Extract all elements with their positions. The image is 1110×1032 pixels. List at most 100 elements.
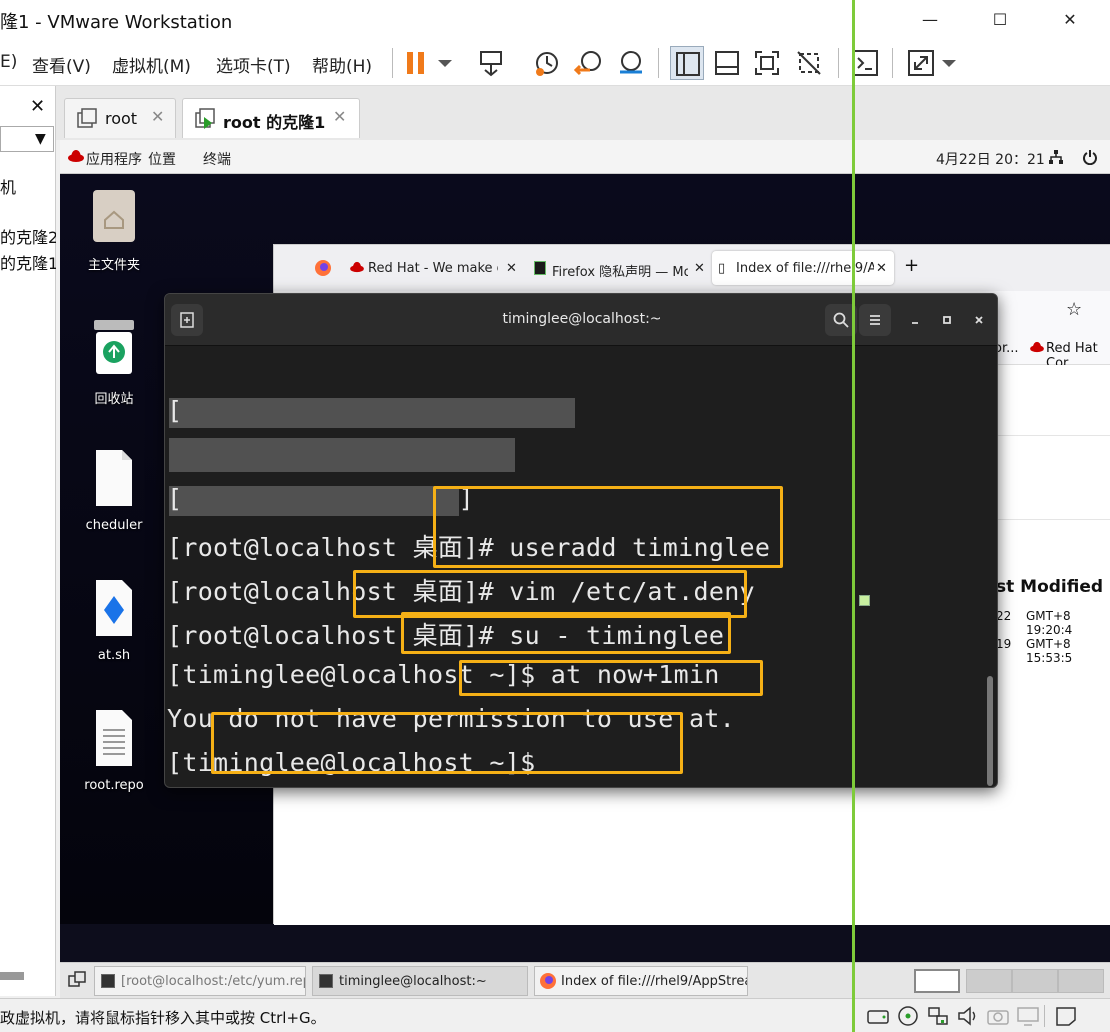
tab-root-clone-1[interactable]: root 的克隆1 ✕ xyxy=(182,98,360,138)
send-ctrl-alt-del-icon[interactable] xyxy=(474,46,508,80)
workspace-1[interactable] xyxy=(914,969,960,993)
hamburger-menu-icon[interactable] xyxy=(859,304,891,336)
menu-view[interactable]: 查看(V) xyxy=(32,52,91,77)
gnome-clock[interactable]: 4月22日 20：21 xyxy=(936,149,1045,169)
redhat-logo-icon xyxy=(350,261,364,277)
library-search-dropdown[interactable]: ▼ xyxy=(0,126,54,152)
terminal-header: timinglee@localhost:~ xyxy=(165,294,997,346)
close-tab-button[interactable]: ✕ xyxy=(876,261,887,276)
power-icon[interactable] xyxy=(1082,149,1098,169)
window-title: 隆1 - VMware Workstation xyxy=(0,12,233,33)
annotation-box-useradd xyxy=(433,486,783,568)
annotation-box-permission xyxy=(211,712,683,774)
taskbar-label: Index of file:///rhel9/AppStream —··· xyxy=(561,974,747,989)
library-item-clone-2[interactable]: 的克隆2 xyxy=(0,224,56,248)
vertical-guide-line xyxy=(852,0,855,1032)
annotation-box-su xyxy=(401,612,731,654)
hard-disk-icon[interactable] xyxy=(866,1005,890,1027)
close-tab-button[interactable]: ✕ xyxy=(333,107,346,126)
firefox-icon[interactable] xyxy=(314,259,332,281)
gnome-places-menu[interactable]: 位置 xyxy=(148,149,176,169)
workspace-2[interactable] xyxy=(966,969,1012,993)
gnome-desktop[interactable]: 主文件夹 回收站 cheduler at.sh root.repo Red Ha… xyxy=(60,174,1110,925)
library-scrollbar[interactable] xyxy=(0,972,24,980)
file-row-date: GMT+8 15:53:5 xyxy=(1026,637,1073,665)
taskbar-item-timinglee-terminal[interactable]: timinglee@localhost:~ xyxy=(312,966,528,996)
status-separator xyxy=(1044,1005,1045,1027)
workspace-4[interactable] xyxy=(1058,969,1104,993)
chevron-down-icon: ▼ xyxy=(35,131,46,147)
menu-edit[interactable]: E) xyxy=(0,52,17,72)
menu-tabs[interactable]: 选项卡(T) xyxy=(216,52,291,77)
new-tab-button[interactable]: + xyxy=(904,255,919,276)
close-window-button[interactable]: ✕ xyxy=(1047,6,1093,34)
taskbar-label: timinglee@localhost:~ xyxy=(339,974,487,989)
library-item-vm[interactable]: 机 xyxy=(0,174,56,198)
desktop-icon-atsh[interactable]: at.sh xyxy=(62,578,166,663)
desktop-icon-rootrepo[interactable]: root.repo xyxy=(62,708,166,793)
desktop-icon-trash[interactable]: 回收站 xyxy=(62,318,166,407)
terminal-window[interactable]: timinglee@localhost:~ [[] [root@localh… xyxy=(164,293,998,788)
desktop-icon-label: root.repo xyxy=(84,778,144,793)
display-icon[interactable] xyxy=(1016,1005,1040,1027)
message-log-icon[interactable] xyxy=(1054,1005,1078,1027)
toolbar-separator xyxy=(838,48,839,78)
full-screen-icon[interactable] xyxy=(750,46,784,80)
unity-mode-icon[interactable] xyxy=(792,46,826,80)
annotation-box-at xyxy=(459,660,763,696)
close-tab-button[interactable]: ✕ xyxy=(151,107,164,126)
bookmark-star-icon[interactable]: ☆ xyxy=(1066,299,1082,320)
desktop-icon-home[interactable]: 主文件夹 xyxy=(62,188,166,273)
status-bar: 政虚拟机，请将鼠标指针移入其中或按 Ctrl+G。 xyxy=(0,998,1110,1032)
minimize-button[interactable]: — xyxy=(907,6,953,34)
close-library-button[interactable]: ✕ xyxy=(30,96,45,117)
snapshot-icon[interactable] xyxy=(530,46,564,80)
column-header-modified[interactable]: st Modified xyxy=(996,577,1103,597)
close-tab-button[interactable]: ✕ xyxy=(694,261,705,276)
firefox-tab-redhat[interactable]: Red Hat - We make open ✕ xyxy=(350,251,520,285)
chevron-down-icon[interactable] xyxy=(428,46,462,80)
menu-toolbar: E) 查看(V) 虚拟机(M) 选项卡(T) 帮助(H) xyxy=(0,40,1110,86)
network-icon[interactable] xyxy=(1048,149,1064,169)
guest-display[interactable]: 应用程序 位置 终端 4月22日 20：21 主文件夹 回收站 cheduler… xyxy=(60,140,1110,962)
taskbar-item-firefox[interactable]: Index of file:///rhel9/AppStream —··· xyxy=(534,966,748,996)
window-titlebar: 隆1 - VMware Workstation — ☐ ✕ xyxy=(0,0,1110,40)
camera-icon[interactable] xyxy=(986,1005,1010,1027)
minimize-icon[interactable] xyxy=(899,304,931,336)
maximize-icon[interactable] xyxy=(931,304,963,336)
library-item-clone-1[interactable]: 的克隆1 xyxy=(0,250,56,274)
tab-root[interactable]: root ✕ xyxy=(64,98,176,138)
menu-vm[interactable]: 虚拟机(M) xyxy=(112,52,191,77)
window-list-icon[interactable] xyxy=(68,971,86,993)
terminal-output[interactable]: [ [ ] [root@localhost 桌面]# useradd timin… xyxy=(165,346,997,787)
firefox-tab-index[interactable]: ▯ Index of file:///rhel9/AppS ✕ xyxy=(712,251,894,285)
redacted-output xyxy=(169,398,575,428)
annotation-box-vim xyxy=(353,570,747,618)
snapshot-manager-icon[interactable] xyxy=(614,46,648,80)
gnome-terminal-menu[interactable]: 终端 xyxy=(203,149,231,169)
thumbnail-bar-icon[interactable] xyxy=(710,46,744,80)
close-icon[interactable] xyxy=(963,304,995,336)
home-folder-icon xyxy=(62,188,166,248)
terminal-scrollbar[interactable] xyxy=(987,676,993,786)
revert-snapshot-icon[interactable] xyxy=(572,46,606,80)
close-tab-button[interactable]: ✕ xyxy=(506,261,517,276)
sound-icon[interactable] xyxy=(956,1005,980,1027)
desktop-icon-label: cheduler xyxy=(85,518,143,533)
show-library-icon[interactable] xyxy=(670,46,704,80)
taskbar-label: [root@localhost:/etc/yum.repos.d] xyxy=(121,974,305,989)
chevron-down-icon[interactable] xyxy=(932,46,966,80)
file-icon xyxy=(62,448,166,512)
cd-dvd-icon[interactable] xyxy=(896,1005,920,1027)
workspace-3[interactable] xyxy=(1012,969,1058,993)
desktop-icon-scheduler[interactable]: cheduler xyxy=(62,448,166,533)
gnome-apps-menu[interactable]: 应用程序 xyxy=(86,149,142,169)
toolbar-separator xyxy=(658,48,659,78)
maximize-button[interactable]: ☐ xyxy=(977,6,1023,34)
firefox-tab-privacy[interactable]: Firefox 隐私声明 — Mozill ✕ xyxy=(534,251,708,285)
network-adapter-icon[interactable] xyxy=(926,1005,950,1027)
menu-help[interactable]: 帮助(H) xyxy=(312,52,372,77)
text-file-icon xyxy=(62,708,166,772)
taskbar-item-yum-terminal[interactable]: [root@localhost:/etc/yum.repos.d] xyxy=(94,966,306,996)
terminal-line: [ xyxy=(167,396,183,425)
